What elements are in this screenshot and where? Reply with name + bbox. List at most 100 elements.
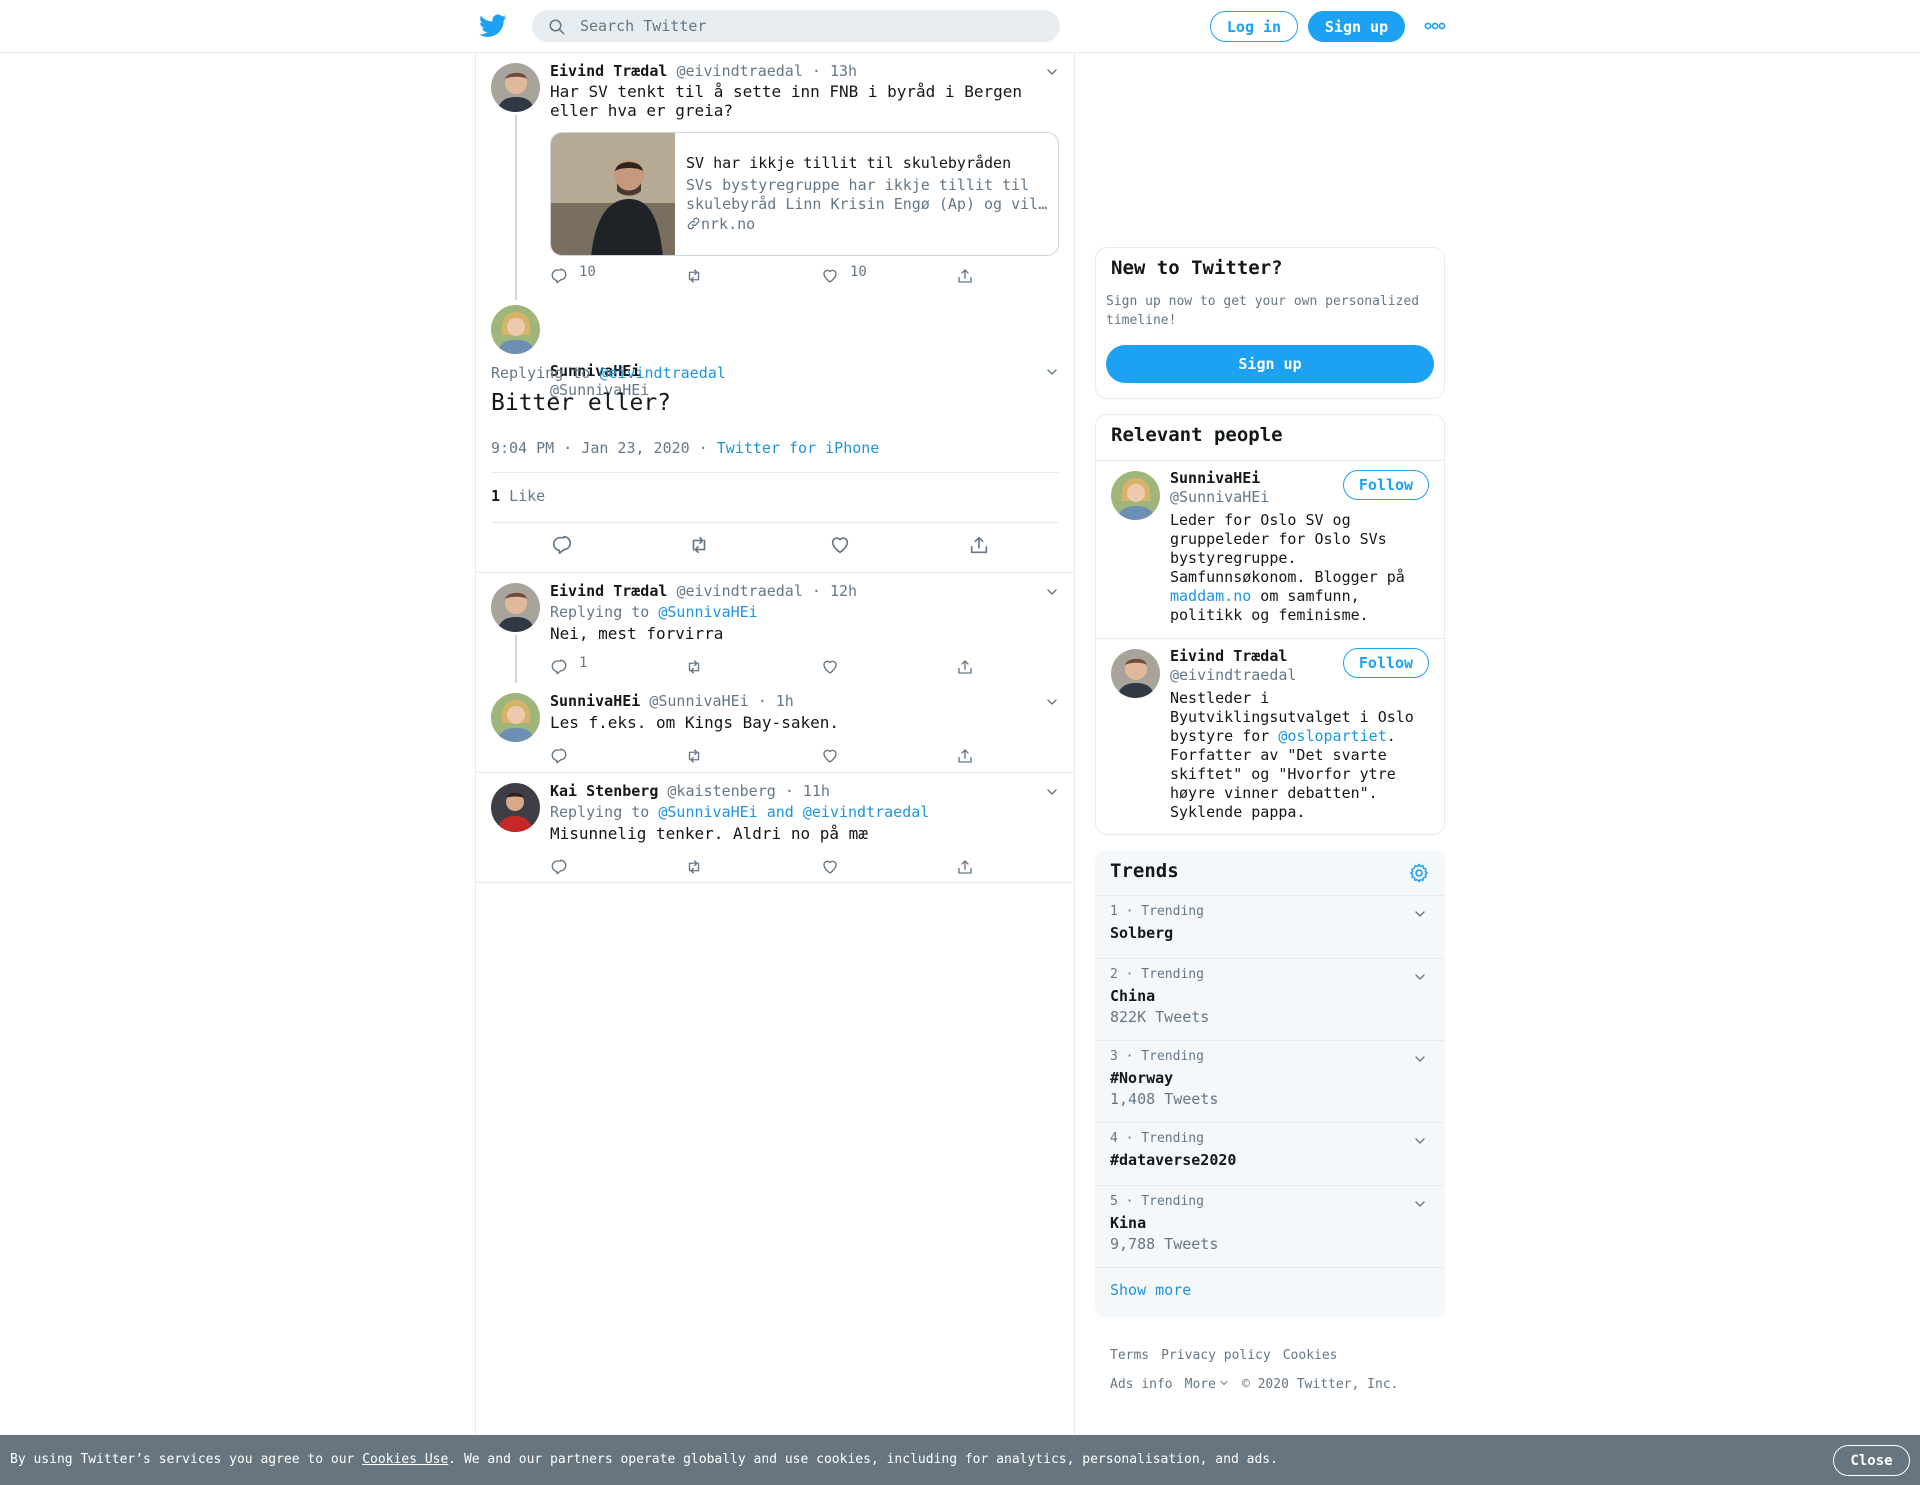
card-title: SV har ikkje tillit til skulebyråden bbox=[686, 154, 1012, 172]
avatar[interactable] bbox=[1111, 649, 1160, 698]
chevron-down-icon[interactable] bbox=[1044, 784, 1060, 800]
avatar[interactable] bbox=[491, 693, 540, 742]
link-preview-card[interactable]: SV har ikkje tillit til skulebyråden SVs… bbox=[550, 132, 1059, 256]
follow-button[interactable]: Follow bbox=[1343, 648, 1429, 678]
bio-link[interactable]: @oslopartiet bbox=[1278, 727, 1386, 745]
person-handle[interactable]: @SunnivaHEi bbox=[1170, 488, 1269, 506]
show-more-link[interactable]: Show more bbox=[1110, 1281, 1191, 1299]
footer-cookies-link[interactable]: Cookies bbox=[1283, 1348, 1338, 1363]
reply-button[interactable]: 10 bbox=[550, 264, 596, 287]
trend-item[interactable]: 5 · Trending Kina 9,788 Tweets bbox=[1095, 1185, 1445, 1267]
trend-name: #dataverse2020 bbox=[1110, 1151, 1237, 1169]
tweet-time[interactable]: · 13h bbox=[812, 62, 857, 80]
share-button[interactable] bbox=[956, 658, 974, 678]
like-button[interactable] bbox=[821, 658, 839, 678]
chevron-down-icon[interactable] bbox=[1412, 906, 1428, 922]
retweet-button[interactable] bbox=[685, 658, 703, 678]
relevant-person[interactable]: Eivind Trædal @eivindtraedal Follow Nest… bbox=[1096, 639, 1444, 834]
avatar[interactable] bbox=[491, 63, 540, 112]
reply-icon[interactable] bbox=[551, 534, 573, 556]
replying-to-link[interactable]: @SunnivaHEi and @eivindtraedal bbox=[658, 803, 929, 821]
chevron-down-icon[interactable] bbox=[1044, 64, 1060, 80]
chevron-down-icon[interactable] bbox=[1412, 1051, 1428, 1067]
share-button[interactable] bbox=[956, 267, 974, 287]
author-name[interactable]: SunnivaHEi bbox=[550, 692, 640, 710]
author-handle[interactable]: @kaistenberg bbox=[667, 782, 775, 800]
trend-item[interactable]: 4 · Trending #dataverse2020 bbox=[1095, 1122, 1445, 1185]
author-handle[interactable]: @SunnivaHEi bbox=[649, 692, 748, 710]
person-name[interactable]: SunnivaHEi bbox=[1170, 469, 1260, 487]
reply-button[interactable] bbox=[550, 747, 568, 767]
like-button[interactable]: 10 bbox=[821, 264, 867, 287]
sign-up-button[interactable]: Sign up bbox=[1308, 11, 1405, 42]
trend-item[interactable]: 2 · Trending China 822K Tweets bbox=[1095, 958, 1445, 1040]
replying-to-link[interactable]: @eivindtraedal bbox=[599, 364, 725, 382]
person-handle[interactable]: @eivindtraedal bbox=[1170, 666, 1296, 684]
retweet-button[interactable] bbox=[685, 858, 703, 878]
sidebar-sign-up-button[interactable]: Sign up bbox=[1106, 345, 1434, 383]
trend-item[interactable]: 1 · Trending Solberg bbox=[1095, 895, 1445, 958]
parent-tweet[interactable]: Eivind Trædal @eivindtraedal · 13h Har S… bbox=[476, 53, 1074, 300]
chevron-down-icon[interactable] bbox=[1044, 694, 1060, 710]
trend-item[interactable]: 3 · Trending #Norway 1,408 Tweets bbox=[1095, 1040, 1445, 1122]
author-name[interactable]: Eivind Trædal bbox=[550, 582, 667, 600]
reply-tweet[interactable]: Eivind Trædal @eivindtraedal · 12h Reply… bbox=[476, 573, 1074, 683]
relevant-person[interactable]: SunnivaHEi @SunnivaHEi Follow Leder for … bbox=[1096, 461, 1444, 638]
reply-button[interactable] bbox=[550, 858, 568, 878]
gear-icon[interactable] bbox=[1408, 862, 1430, 884]
chevron-down-icon[interactable] bbox=[1412, 1196, 1428, 1212]
tweet-time[interactable]: · 11h bbox=[785, 782, 830, 800]
footer-privacy-link[interactable]: Privacy policy bbox=[1161, 1348, 1271, 1363]
author-name[interactable]: Kai Stenberg bbox=[550, 782, 658, 800]
reply-button[interactable]: 1 bbox=[550, 655, 587, 678]
avatar[interactable] bbox=[491, 583, 540, 632]
footer-terms-link[interactable]: Terms bbox=[1110, 1348, 1149, 1363]
like-count[interactable]: 1 Like bbox=[491, 487, 545, 505]
share-button[interactable] bbox=[956, 747, 974, 767]
cookies-use-link[interactable]: Cookies Use bbox=[362, 1452, 448, 1467]
bio-link[interactable]: maddam.no bbox=[1170, 587, 1251, 605]
log-in-button[interactable]: Log in bbox=[1210, 11, 1298, 42]
chevron-down-icon[interactable] bbox=[1044, 584, 1060, 600]
share-button[interactable] bbox=[956, 858, 974, 878]
like-icon[interactable] bbox=[829, 534, 851, 556]
tweet-header: Eivind Trædal @eivindtraedal · 13h bbox=[550, 62, 857, 80]
footer-links: Terms Privacy policy Cookies bbox=[1110, 1348, 1350, 1363]
avatar[interactable] bbox=[491, 783, 540, 832]
author-handle[interactable]: @eivindtraedal bbox=[676, 62, 802, 80]
person-name[interactable]: Eivind Trædal bbox=[1170, 647, 1287, 665]
chevron-down-icon[interactable] bbox=[1412, 1133, 1428, 1149]
avatar[interactable] bbox=[1111, 471, 1160, 520]
source-link[interactable]: Twitter for iPhone bbox=[717, 439, 880, 457]
twitter-bird-icon[interactable] bbox=[478, 12, 508, 40]
more-dots-icon[interactable] bbox=[1424, 19, 1446, 33]
follow-button[interactable]: Follow bbox=[1343, 470, 1429, 500]
replying-to-link[interactable]: @SunnivaHEi bbox=[658, 603, 757, 621]
like-button[interactable] bbox=[821, 858, 839, 878]
like-button[interactable] bbox=[821, 747, 839, 767]
footer-ads-link[interactable]: Ads info bbox=[1110, 1377, 1173, 1392]
close-cookie-button[interactable]: Close bbox=[1833, 1445, 1910, 1476]
retweet-button[interactable] bbox=[685, 747, 703, 767]
chevron-down-icon[interactable] bbox=[1412, 969, 1428, 985]
timestamp-link[interactable]: 9:04 PM · Jan 23, 2020 bbox=[491, 439, 690, 457]
replying-to: Replying to @SunnivaHEi bbox=[550, 603, 758, 621]
reply-tweet[interactable]: Kai Stenberg @kaistenberg · 11h Replying… bbox=[476, 773, 1074, 881]
author-handle[interactable]: @eivindtraedal bbox=[676, 582, 802, 600]
avatar[interactable] bbox=[491, 305, 540, 354]
trend-label: 5 · Trending bbox=[1110, 1194, 1204, 1209]
chevron-down-icon[interactable] bbox=[1044, 364, 1060, 380]
share-icon bbox=[956, 747, 974, 765]
tweet-text: Nei, mest forvirra bbox=[550, 624, 724, 643]
share-icon[interactable] bbox=[968, 534, 990, 556]
footer-more-link[interactable]: More bbox=[1185, 1377, 1230, 1392]
retweet-button[interactable] bbox=[685, 267, 703, 287]
reply-tweet[interactable]: SunnivaHEi @SunnivaHEi · 1h Les f.eks. o… bbox=[476, 683, 1074, 771]
search-input[interactable] bbox=[580, 10, 1040, 42]
tweet-time[interactable]: · 12h bbox=[812, 582, 857, 600]
tweet-time[interactable]: · 1h bbox=[758, 692, 794, 710]
like-icon bbox=[821, 658, 839, 676]
search-box[interactable] bbox=[532, 10, 1060, 42]
retweet-icon[interactable] bbox=[688, 534, 710, 556]
author-name[interactable]: Eivind Trædal bbox=[550, 62, 667, 80]
